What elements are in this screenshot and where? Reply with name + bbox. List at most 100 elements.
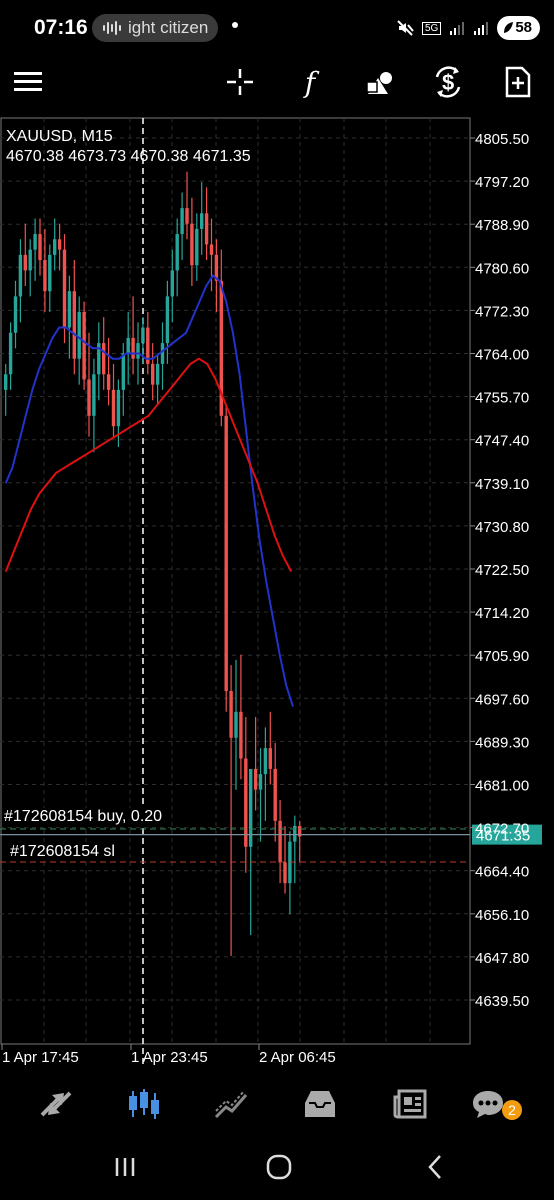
- candle-body: [116, 389, 121, 427]
- candle-body: [18, 254, 23, 297]
- back-icon[interactable]: [426, 1154, 444, 1180]
- price-tick-label: 4772.30: [475, 303, 529, 320]
- candle-body: [175, 234, 179, 271]
- indicators-button[interactable]: f: [290, 64, 330, 100]
- candle-body: [23, 254, 27, 271]
- symbol-switch-button[interactable]: $: [428, 64, 468, 100]
- crosshair-icon: [227, 69, 253, 95]
- candle-body: [53, 239, 57, 255]
- chart-grid: [0, 117, 471, 1064]
- stop-loss-label[interactable]: #172608154 sl: [10, 843, 119, 861]
- candle-body: [283, 862, 287, 884]
- price-tick-label: 4722.50: [475, 562, 529, 579]
- objects-icon: [366, 72, 392, 94]
- candle-body: [102, 343, 106, 375]
- menu-button[interactable]: [8, 64, 48, 100]
- candle-body: [13, 296, 18, 333]
- price-tick-label: 4664.40: [475, 864, 529, 881]
- price-tick-label: 4705.90: [475, 648, 529, 665]
- candle-body: [87, 379, 91, 416]
- time-tick-label: 1 Apr 17:45: [2, 1049, 79, 1066]
- candle-body: [121, 353, 125, 390]
- price-tick-label: 4805.50: [475, 131, 529, 148]
- network-type: 5G: [421, 21, 442, 35]
- recent-apps-icon[interactable]: [114, 1156, 136, 1178]
- chart-icon: [129, 1089, 159, 1119]
- candle-body: [268, 748, 272, 769]
- symbol-switch-icon: $: [435, 66, 461, 98]
- candle-body: [106, 374, 111, 390]
- candle-body: [160, 343, 165, 364]
- price-tick-label: 4730.80: [475, 519, 529, 536]
- chart-toolbar: f $: [0, 56, 554, 106]
- candle-body: [253, 768, 258, 790]
- nav-trade[interactable]: [208, 1084, 256, 1124]
- price-chart[interactable]: 4671.35 4805.504797.204788.904780.604772…: [0, 116, 554, 1076]
- objects-button[interactable]: [360, 64, 400, 100]
- candle-body: [185, 208, 189, 224]
- nav-history[interactable]: [296, 1084, 344, 1124]
- candle-body: [293, 826, 297, 842]
- candle-body: [57, 239, 62, 250]
- candle-body: [155, 363, 160, 385]
- candle-body: [126, 337, 130, 354]
- news-icon: [393, 1089, 427, 1119]
- indicators-icon: f: [304, 65, 316, 99]
- status-icons: 5G 58: [396, 14, 540, 42]
- time-tick-label: 1 Apr 23:45: [131, 1049, 208, 1066]
- media-pill-text: ight citizen: [128, 18, 209, 37]
- nav-quotes[interactable]: [32, 1084, 80, 1124]
- ma-slow-line: [4, 357, 293, 573]
- media-pill[interactable]: ight citizen: [92, 14, 218, 42]
- home-icon[interactable]: [266, 1154, 292, 1180]
- candle-body: [141, 327, 145, 344]
- time-tick-label: 2 Apr 06:45: [259, 1049, 336, 1066]
- nav-chart[interactable]: [120, 1084, 168, 1124]
- price-tick-label: 4780.60: [475, 260, 529, 277]
- candle-body: [239, 711, 243, 759]
- status-bar: 07:16 ight citizen 5G 58: [0, 0, 554, 56]
- time-axis: 1 Apr 17:45 1 Apr 23:45 2 Apr 06:45: [1, 1044, 336, 1066]
- candle-body: [38, 234, 42, 261]
- candle-body: [170, 270, 174, 297]
- candle-body: [273, 768, 277, 821]
- new-order-button[interactable]: [498, 64, 538, 100]
- menu-icon: [14, 72, 42, 91]
- signal-icon-1: [450, 22, 465, 35]
- price-tick-label: 4788.90: [475, 217, 529, 234]
- system-navigation: [0, 1132, 554, 1200]
- new-order-icon: [505, 66, 531, 98]
- history-icon: [305, 1091, 335, 1117]
- price-tick-label: 4672.70: [475, 821, 529, 838]
- candle-body: [244, 758, 248, 847]
- candle-body: [151, 363, 155, 385]
- mute-icon: [397, 20, 414, 36]
- candle-body: [67, 291, 72, 328]
- candle-body: [77, 311, 81, 359]
- price-tick-label: 4681.00: [475, 778, 529, 795]
- candle-body: [62, 249, 67, 328]
- messages-badge: 2: [502, 1100, 522, 1120]
- candle-body: [92, 374, 96, 416]
- price-tick-label: 4714.20: [475, 605, 529, 622]
- candle-body: [224, 415, 228, 692]
- candle-body: [195, 228, 199, 266]
- trade-line-label[interactable]: #172608154 buy, 0.20: [4, 808, 167, 826]
- signal-icon-2: [474, 22, 489, 35]
- candle-body: [72, 291, 76, 359]
- candle-body: [43, 260, 47, 292]
- price-tick-label: 4747.40: [475, 433, 529, 450]
- crosshair-button[interactable]: [220, 64, 260, 100]
- chart-symbol: XAUUSD, M15: [6, 128, 113, 145]
- price-tick-label: 4755.70: [475, 390, 529, 407]
- battery-level: 58: [515, 19, 532, 36]
- chart-border: [0, 117, 471, 1045]
- power-saving-icon: [504, 22, 514, 33]
- candle-body: [82, 311, 86, 380]
- price-tick-label: 4697.60: [475, 691, 529, 708]
- candle-body: [263, 748, 268, 775]
- candle-body: [209, 244, 214, 255]
- trade-icon: [214, 1090, 248, 1119]
- nav-news[interactable]: [386, 1084, 434, 1124]
- candle-body: [4, 374, 8, 390]
